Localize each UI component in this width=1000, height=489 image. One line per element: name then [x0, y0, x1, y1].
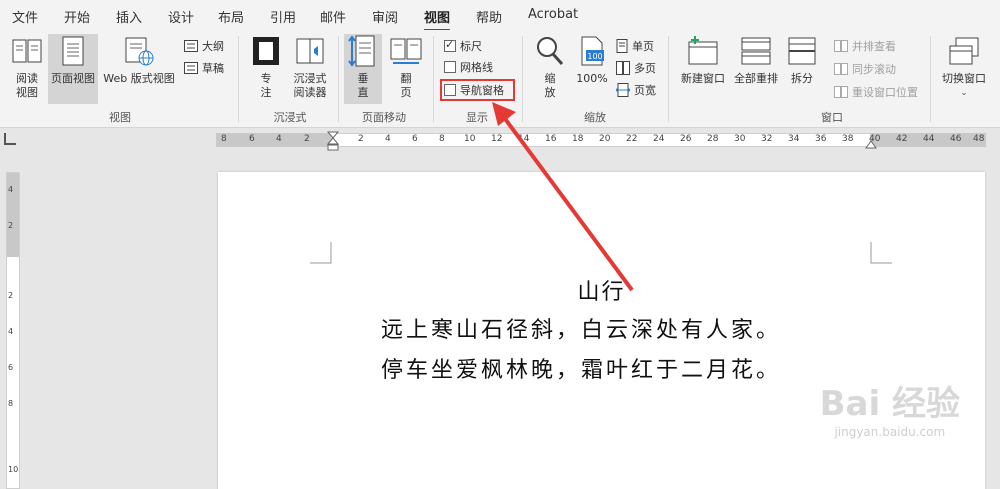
baidu-watermark: Bai 经验 jingyan.baidu.com [820, 376, 960, 439]
watermark-url: jingyan.baidu.com [834, 425, 946, 439]
watermark-logo-text: Bai 经验 [819, 384, 960, 424]
